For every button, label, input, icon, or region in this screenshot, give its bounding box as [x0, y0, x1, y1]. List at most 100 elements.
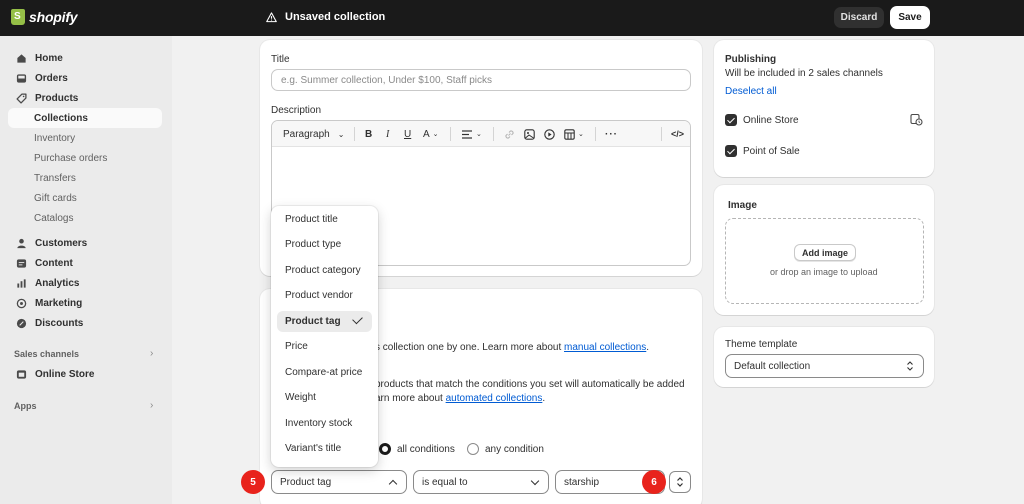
stepper-chevrons-icon — [677, 477, 683, 487]
code-view-icon[interactable]: </> — [671, 127, 684, 141]
dropdown-option[interactable]: Product category — [277, 260, 372, 281]
sidebar-item-label: Home — [35, 52, 63, 64]
manual-collections-link[interactable]: manual collections — [564, 342, 646, 353]
automated-collections-link[interactable]: automated collections — [446, 393, 543, 404]
dropdown-option[interactable]: Weight — [277, 387, 372, 408]
condition-operator-value: is equal to — [422, 476, 468, 488]
manual-text: s collection one by one. Learn more abou… — [375, 342, 565, 353]
all-conditions-radio[interactable] — [379, 443, 391, 455]
sidebar-item-catalogs[interactable]: Catalogs — [34, 213, 73, 224]
shopify-logo[interactable]: shopify — [11, 9, 78, 25]
dropdown-option[interactable]: Product type — [277, 234, 372, 255]
sidebar-item-inventory[interactable]: Inventory — [34, 133, 75, 144]
deselect-all-link[interactable]: Deselect all — [725, 86, 777, 97]
point-of-sale-checkbox[interactable] — [725, 145, 737, 157]
value-stepper[interactable] — [669, 471, 691, 493]
image-drop-zone[interactable] — [725, 218, 924, 304]
chevron-right-icon[interactable]: › — [150, 400, 153, 411]
add-image-button[interactable]: Add image — [794, 244, 856, 261]
toolbar-divider — [354, 127, 355, 141]
toolbar-divider — [493, 127, 494, 141]
editor-toolbar: Paragraph ⌄ B I U A ⌄ ⌄ ⌄ ··· </> — [272, 121, 690, 147]
unsaved-status: Unsaved collection — [266, 11, 385, 23]
bold-icon[interactable]: B — [365, 127, 372, 141]
theme-template-select[interactable]: Default collection — [725, 354, 924, 378]
sidebar-item-orders[interactable]: Orders — [8, 68, 162, 88]
video-icon[interactable] — [544, 127, 555, 141]
description-label: Description — [271, 105, 322, 116]
theme-template-value: Default collection — [734, 360, 811, 372]
dropdown-option[interactable]: Price — [277, 336, 372, 357]
online-store-checkbox[interactable] — [725, 114, 737, 126]
sidebar-item-label: Online Store — [35, 368, 95, 380]
chart-icon — [17, 278, 26, 288]
sidebar-item-collections[interactable]: Collections — [8, 108, 162, 128]
logo-text: shopify — [29, 9, 78, 25]
dropdown-option[interactable]: Product title — [277, 209, 372, 230]
italic-icon[interactable]: I — [386, 127, 389, 141]
link-icon[interactable] — [504, 127, 515, 141]
sidebar-item-label: Content — [35, 257, 73, 269]
sidebar-item-products[interactable]: Products — [8, 88, 162, 108]
online-store-label: Online Store — [743, 115, 799, 126]
manual-description: s collection one by one. Learn more abou… — [375, 342, 649, 353]
dropdown-option-selected[interactable]: Product tag — [277, 311, 372, 332]
align-icon[interactable]: ⌄ — [462, 127, 482, 141]
dropdown-option-label: Product tag — [285, 316, 341, 327]
sidebar-item-home[interactable]: Home — [8, 48, 162, 68]
text-color-icon[interactable]: A ⌄ — [423, 127, 439, 141]
toolbar-divider — [450, 127, 451, 141]
discount-icon — [16, 318, 27, 328]
paragraph-format-select[interactable]: Paragraph ⌄ — [283, 127, 344, 141]
save-button[interactable]: Save — [890, 6, 930, 29]
warning-icon — [266, 11, 277, 22]
condition-field-value: Product tag — [280, 476, 332, 488]
apps-heading: Apps — [14, 401, 37, 411]
underline-icon[interactable]: U — [404, 127, 411, 141]
sidebar-item-transfers[interactable]: Transfers — [34, 173, 76, 184]
dropdown-option[interactable]: Product vendor — [277, 285, 372, 306]
auto-period: . — [542, 393, 546, 404]
store-icon — [16, 369, 27, 379]
sidebar-item-marketing[interactable]: Marketing — [8, 293, 162, 313]
sidebar-item-label: Collections — [34, 112, 88, 124]
sidebar-item-label: Analytics — [35, 277, 80, 289]
top-bar: shopify Unsaved collection Discard Save — [0, 0, 1024, 36]
dropdown-option[interactable]: Variant's title — [277, 438, 372, 459]
dropdown-option[interactable]: Compare-at price — [277, 362, 372, 383]
sidebar-item-content[interactable]: Content — [8, 253, 162, 273]
sidebar-item-label: Products — [35, 92, 79, 104]
condition-field-select[interactable]: Product tag — [271, 470, 407, 494]
title-input[interactable]: e.g. Summer collection, Under $100, Staf… — [271, 69, 691, 91]
checkmark-icon — [352, 313, 363, 325]
sidebar-item-gift-cards[interactable]: Gift cards — [34, 193, 77, 204]
schedule-icon[interactable] — [910, 113, 923, 126]
condition-operator-select[interactable]: is equal to — [413, 470, 549, 494]
image-icon[interactable] — [524, 127, 535, 141]
sidebar-item-customers[interactable]: Customers — [8, 233, 162, 253]
sidebar-item-analytics[interactable]: Analytics — [8, 273, 162, 293]
discard-button[interactable]: Discard — [834, 7, 884, 28]
sidebar-item-online-store[interactable]: Online Store — [8, 364, 162, 384]
manual-period: . — [646, 342, 650, 353]
dropdown-option[interactable]: Inventory stock — [277, 413, 372, 434]
automated-description-line2: arn more about automated collections. — [375, 393, 545, 404]
inbox-icon — [16, 73, 27, 83]
chevron-right-icon[interactable]: › — [150, 348, 153, 359]
home-icon — [17, 53, 26, 63]
chevron-down-icon: ⌄ — [337, 129, 345, 139]
step-badge-5: 5 — [241, 470, 265, 494]
title-label: Title — [271, 54, 290, 65]
sidebar-item-discounts[interactable]: Discounts — [8, 313, 162, 333]
any-condition-radio[interactable] — [467, 443, 479, 455]
person-icon — [17, 238, 26, 248]
condition-value-text: starship — [564, 476, 600, 488]
publishing-subtitle: Will be included in 2 sales channels — [725, 68, 883, 79]
all-conditions-label: all conditions — [397, 444, 455, 455]
paragraph-label: Paragraph — [283, 128, 330, 140]
sidebar-item-purchase-orders[interactable]: Purchase orders — [34, 153, 107, 164]
more-icon[interactable]: ··· — [605, 127, 618, 141]
page-title: Unsaved collection — [285, 11, 386, 23]
tag-icon — [16, 92, 27, 104]
table-icon[interactable]: ⌄ — [564, 127, 584, 141]
